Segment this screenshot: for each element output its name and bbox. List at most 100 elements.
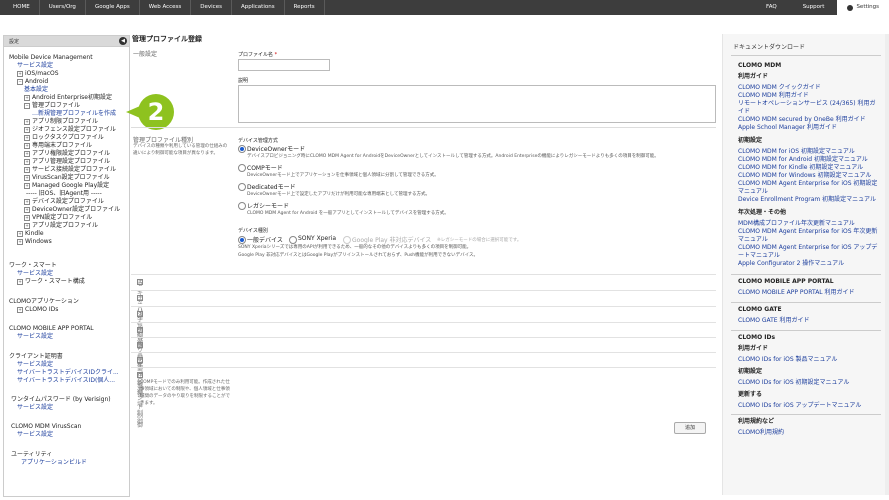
tree-locktask[interactable]: + ロックタスクプロファイル <box>24 134 104 142</box>
doc-link[interactable]: CLOMO IDs for iOS アップデートマニュアル <box>738 402 878 410</box>
tree-virusscan[interactable]: + VirusScan設定プロファイル <box>24 174 110 182</box>
doc-link[interactable]: Device Enrollment Program 初期設定マニュアル <box>738 196 878 204</box>
mode-dedicated-radio[interactable] <box>238 183 246 191</box>
tree-service-connection[interactable]: + サービス接続設定プロファイル <box>24 166 116 174</box>
tree-windows[interactable]: + Windows <box>17 238 52 246</box>
tree-app-restriction[interactable]: + アプリ制限プロファイル <box>24 118 98 126</box>
tree-android-basic[interactable]: 基本設定 <box>24 86 48 94</box>
page-scrollbar[interactable] <box>885 34 889 495</box>
device-type-xperia-radio[interactable] <box>289 236 297 244</box>
expand-icon[interactable]: + <box>24 150 30 157</box>
expand-icon[interactable]: + <box>24 134 30 141</box>
tree-android[interactable]: − Android <box>17 78 48 86</box>
mode-dedicated-label[interactable]: Dedicatedモード <box>247 182 296 191</box>
expand-icon[interactable]: + <box>24 142 30 149</box>
tree-cybertrust-client[interactable]: サイバートラストデバイスIDクライ... <box>17 369 119 377</box>
accordion-device-control[interactable]: + デバイス制御 <box>131 290 716 349</box>
tree-app-portal-service[interactable]: サービス設定 <box>17 333 53 341</box>
tree-geofence[interactable]: + ジオフェンス設定プロファイル <box>24 126 116 134</box>
nav-google-apps[interactable]: Google Apps <box>86 0 140 15</box>
add-button[interactable]: 追加 <box>674 422 706 434</box>
tree-virusscan-service[interactable]: サービス設定 <box>17 431 53 439</box>
mode-deviceowner-radio[interactable] <box>238 145 246 153</box>
expand-icon[interactable]: + <box>24 206 30 213</box>
doc-link[interactable]: MDM構成プロファイル年次更新マニュアル <box>738 220 878 228</box>
nav-applications[interactable]: Applications <box>232 0 285 15</box>
nav-users-org[interactable]: Users/Org <box>40 0 86 15</box>
doc-link[interactable]: CLOMO MDM for Windows 初期設定マニュアル <box>738 172 878 180</box>
doc-link[interactable]: CLOMO MDM for Android 初期設定マニュアル <box>738 156 878 164</box>
tree-otp-service[interactable]: サービス設定 <box>17 404 53 412</box>
expand-icon[interactable]: + <box>24 182 30 189</box>
doc-link[interactable]: Apple School Manager 利用ガイド <box>738 124 878 132</box>
device-type-gplay-radio[interactable] <box>343 236 351 244</box>
accordion-app-control[interactable]: + アプリ制御 <box>131 322 716 372</box>
tree-ios-macos[interactable]: + iOS/macOS <box>17 70 59 78</box>
tree-kindle[interactable]: + Kindle <box>17 230 44 238</box>
nav-home[interactable]: HOME <box>4 0 40 15</box>
tree-cybertrust-personal[interactable]: サイバートラストデバイスID(個人... <box>17 377 115 385</box>
tree-work-smart[interactable]: ワーク・スマート <box>9 262 57 270</box>
doc-link[interactable]: CLOMO GATE 利用ガイド <box>738 317 878 325</box>
collapse-sidebar-icon[interactable]: ◀ <box>119 37 127 45</box>
tree-virusscan-product[interactable]: CLOMO MDM VirusScan <box>11 423 81 431</box>
doc-link[interactable]: CLOMO MDM クイックガイド <box>738 84 878 92</box>
tree-utility[interactable]: ユーティリティ <box>11 451 52 459</box>
tree-mdm[interactable]: Mobile Device Management <box>9 54 93 62</box>
tree-vpn[interactable]: + VPN設定プロファイル <box>24 214 92 222</box>
tree-device-settings[interactable]: + デバイス設定プロファイル <box>24 198 104 206</box>
doc-link[interactable]: CLOMO MDM for iOS 初期設定マニュアル <box>738 148 878 156</box>
expand-icon[interactable]: + <box>24 118 30 125</box>
tree-deviceowner-settings[interactable]: + DeviceOwner設定プロファイル <box>24 206 120 214</box>
accordion-network-control[interactable]: + 通信制御 <box>131 306 716 347</box>
doc-link[interactable]: リモートオペレーションサービス (24/365) 利用ガイド <box>738 100 878 116</box>
tree-work-smart-service[interactable]: サービス設定 <box>17 270 53 278</box>
accordion-work-profile-control[interactable]: + 仕事領域制御 <box>131 367 716 426</box>
doc-link[interactable]: CLOMO MDM secured by OneBe 利用ガイド <box>738 116 878 124</box>
nav-web-access[interactable]: Web Access <box>140 0 192 15</box>
nav-faq[interactable]: FAQ <box>753 0 790 15</box>
expand-icon[interactable]: + <box>24 126 30 133</box>
device-type-general-radio[interactable] <box>238 236 246 244</box>
expand-icon[interactable]: + <box>24 166 30 173</box>
doc-link[interactable]: CLOMO利用規約 <box>738 429 878 437</box>
expand-icon[interactable]: + <box>24 174 30 181</box>
expand-icon[interactable]: + <box>17 238 23 245</box>
expand-icon[interactable]: + <box>24 214 30 221</box>
expand-icon[interactable]: + <box>17 278 23 285</box>
nav-reports[interactable]: Reports <box>285 0 325 15</box>
tree-dedicated[interactable]: + 専用端末プロファイル <box>24 142 92 150</box>
expand-icon[interactable]: + <box>24 158 30 165</box>
nav-support[interactable]: Support <box>790 0 838 15</box>
nav-settings[interactable]: Settings <box>837 0 889 15</box>
tree-mgmt-profile[interactable]: − 管理プロファイル <box>24 102 80 110</box>
tree-app-management[interactable]: + アプリ管理設定プロファイル <box>24 158 110 166</box>
collapse-icon[interactable]: − <box>24 102 30 109</box>
tree-clomo-ids[interactable]: + CLOMO IDs <box>17 306 58 314</box>
expand-icon[interactable]: + <box>24 198 30 205</box>
tree-client-cert[interactable]: クライアント証明書 <box>9 353 63 361</box>
tree-app-portal[interactable]: CLOMO MOBILE APP PORTAL <box>9 325 94 333</box>
expand-icon[interactable]: + <box>17 70 23 77</box>
doc-link[interactable]: CLOMO MDM Agent Enterprise for iOS アップデー… <box>738 244 878 260</box>
collapse-icon[interactable]: − <box>17 78 23 85</box>
device-type-xperia-label[interactable]: SONY Xperia <box>298 235 336 242</box>
device-type-general-label[interactable]: 一般デバイス <box>247 235 283 244</box>
tree-app-build[interactable]: アプリケーションビルド <box>21 459 87 467</box>
doc-link[interactable]: CLOMO MDM 利用ガイド <box>738 92 878 100</box>
tree-app-settings[interactable]: + アプリ設定プロファイル <box>24 222 98 230</box>
accordion-agent-control[interactable]: + エージェント制御 <box>131 352 716 429</box>
expand-icon[interactable]: + <box>17 230 23 237</box>
expand-icon[interactable]: + <box>24 222 30 229</box>
accordion-user-control[interactable]: + ユーザー制御 <box>131 337 716 396</box>
mode-legacy-label[interactable]: レガシーモード <box>247 201 289 210</box>
expand-icon[interactable]: + <box>17 306 23 313</box>
doc-link[interactable]: CLOMO MOBILE APP PORTAL 利用ガイド <box>738 289 878 297</box>
device-type-gplay-label[interactable]: Google Play 非対応デバイス <box>352 235 431 244</box>
mode-comp-label[interactable]: COMPモード <box>247 163 283 172</box>
tree-mdm-service-settings[interactable]: サービス設定 <box>17 62 53 70</box>
mode-legacy-radio[interactable] <box>238 202 246 210</box>
profile-name-input[interactable] <box>238 59 330 71</box>
tree-work-smart-config[interactable]: + ワーク・スマート構成 <box>17 278 85 286</box>
expand-icon[interactable]: + <box>24 94 30 101</box>
